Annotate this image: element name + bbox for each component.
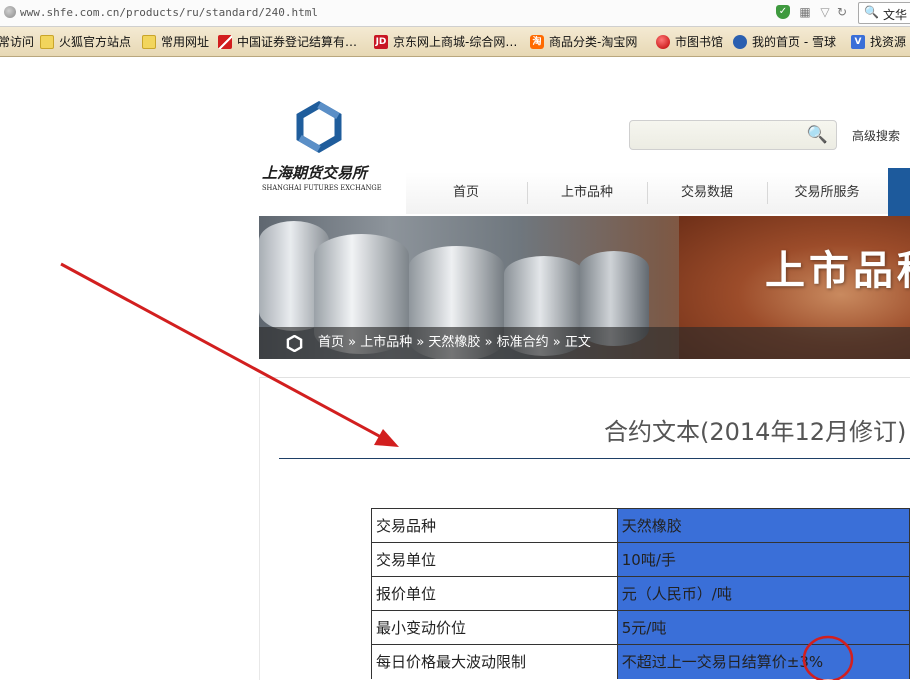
bookmark-find-resources[interactable]: V 找资源 — [851, 27, 907, 56]
main-nav: 首页 上市品种 交易数据 交易所服务 — [406, 172, 910, 214]
title-underline — [279, 458, 910, 459]
row-key: 最小变动价位 — [371, 610, 618, 645]
contract-spec-table: 交易品种 天然橡胶 交易单位 10吨/手 报价单位 元（人民币）/吨 最小变动价… — [371, 508, 910, 679]
v-icon: V — [851, 35, 865, 49]
bookmark-label: 常访问 — [0, 35, 35, 49]
jd-icon: JD — [374, 35, 388, 49]
bookmark-common-sites[interactable]: 常用网址 — [142, 27, 210, 56]
reload-icon[interactable]: ↻ — [835, 5, 849, 19]
bookmark-chinaclear[interactable]: 中国证券登记结算有… — [218, 27, 358, 56]
logo-chinese-name: 上海期货交易所 — [262, 164, 368, 182]
bookmarks-toolbar: 常访问 火狐官方站点 常用网址 中国证券登记结算有… JD 京东网上商城-综合网… — [0, 27, 910, 57]
table-row: 交易品种 天然橡胶 — [371, 508, 910, 543]
nav-listed-products[interactable]: 上市品种 — [527, 172, 647, 214]
qr-code-icon[interactable]: ▦ — [798, 5, 812, 19]
table-row: 报价单位 元（人民币）/吨 — [371, 576, 910, 611]
taobao-icon: 淘 — [530, 35, 544, 49]
content-divider — [259, 377, 910, 378]
row-value: 天然橡胶 — [616, 508, 910, 543]
bookmark-label: 中国证券登记结算有… — [237, 35, 358, 49]
banner-title: 上市品种 — [765, 248, 910, 294]
table-row: 交易单位 10吨/手 — [371, 542, 910, 577]
bookmark-label: 商品分类-淘宝网 — [549, 35, 638, 49]
row-value: 5元/吨 — [616, 610, 910, 645]
search-icon[interactable]: 🔍 — [807, 125, 828, 145]
folder-icon — [142, 35, 156, 49]
chevron-down-icon[interactable]: ▽ — [818, 5, 832, 19]
content-border — [259, 377, 260, 680]
breadcrumb-bar: 首页 » 上市品种 » 天然橡胶 » 标准合约 » 正文 — [259, 327, 910, 359]
nav-exchange-services[interactable]: 交易所服务 — [767, 172, 887, 214]
nav-home[interactable]: 首页 — [406, 172, 526, 214]
row-key: 交易品种 — [371, 508, 618, 543]
folder-icon — [40, 35, 54, 49]
banner-image: 上市品种 首页 » 上市品种 » 天然橡胶 » 标准合约 » 正文 — [259, 216, 910, 359]
shield-icon[interactable]: ✓ — [776, 5, 790, 19]
bookmark-label: 我的首页 - 雪球 — [752, 35, 836, 49]
browser-search-text: 文华 — [883, 8, 908, 22]
bookmark-label: 京东网上商城-综合网… — [393, 35, 518, 49]
chinaclear-icon — [218, 35, 232, 49]
url-text[interactable]: www.shfe.com.cn/products/ru/standard/240… — [20, 6, 318, 19]
nav-trading-data[interactable]: 交易数据 — [647, 172, 767, 214]
row-value: 10吨/手 — [616, 542, 910, 577]
row-key: 报价单位 — [371, 576, 618, 611]
row-key: 交易单位 — [371, 542, 618, 577]
breadcrumb[interactable]: 首页 » 上市品种 » 天然橡胶 » 标准合约 » 正文 — [318, 327, 591, 359]
table-row: 每日价格最大波动限制 不超过上一交易日结算价±3% — [371, 644, 910, 679]
bookmark-label: 找资源 — [870, 35, 907, 49]
page-title: 合约文本(2014年12月修订) — [604, 418, 907, 446]
annotation-arrowhead — [374, 429, 399, 447]
bookmark-firefox-sites[interactable]: 火狐官方站点 — [40, 27, 132, 56]
nav-accent-tab[interactable] — [888, 168, 910, 216]
site-search-input[interactable]: 🔍 — [629, 120, 837, 150]
table-row: 最小变动价位 5元/吨 — [371, 610, 910, 645]
row-value: 元（人民币）/吨 — [616, 576, 910, 611]
browser-search-input[interactable]: 🔍 文华 — [858, 2, 910, 24]
shfe-mini-logo-icon — [286, 335, 303, 352]
bookmark-label: 常用网址 — [161, 35, 210, 49]
bookmark-library[interactable]: 市图书馆 — [656, 27, 724, 56]
address-bar[interactable]: www.shfe.com.cn/products/ru/standard/240… — [0, 0, 910, 27]
logo-english-name: SHANGHAI FUTURES EXCHANGE — [262, 184, 382, 192]
bookmark-jd[interactable]: JD 京东网上商城-综合网… — [374, 27, 518, 56]
globe-icon — [4, 6, 16, 18]
xueqiu-icon — [733, 35, 747, 49]
bookmark-label: 火狐官方站点 — [59, 35, 132, 49]
bookmark-xueqiu[interactable]: 我的首页 - 雪球 — [733, 27, 836, 56]
library-icon — [656, 35, 670, 49]
search-icon: 🔍 — [864, 5, 879, 19]
row-key: 每日价格最大波动限制 — [371, 644, 618, 679]
bookmark-label: 市图书馆 — [675, 35, 724, 49]
row-value: 不超过上一交易日结算价±3% — [616, 644, 910, 679]
bookmark-frequent[interactable]: 常访问 — [0, 27, 35, 56]
bookmark-taobao[interactable]: 淘 商品分类-淘宝网 — [530, 27, 638, 56]
advanced-search-link[interactable]: 高级搜索 — [852, 127, 900, 144]
